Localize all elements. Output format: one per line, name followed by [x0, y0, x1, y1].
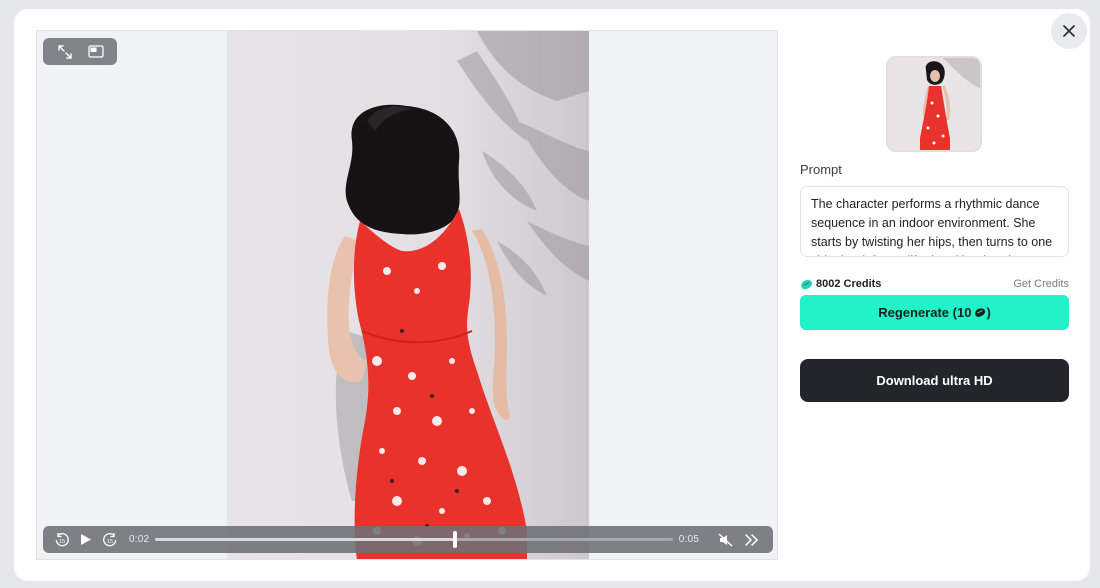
mute-button[interactable] [713, 532, 739, 547]
forward-button[interactable]: 15 [99, 532, 121, 548]
player-top-toolbar [43, 38, 117, 65]
mute-icon [718, 532, 733, 547]
fullscreen-button[interactable] [54, 41, 76, 63]
side-panel: Prompt The character performs a rhythmic… [800, 0, 1070, 588]
credits-text: 8002 Credits [816, 278, 882, 290]
progress-bar[interactable] [155, 531, 673, 548]
picture-in-picture-icon [87, 44, 104, 58]
double-chevron-right-icon [745, 533, 759, 546]
credits-balance: 8002 Credits [800, 278, 881, 290]
player-controls: 15 15 0:02 0:05 [43, 526, 773, 553]
thumbnail-image [888, 58, 980, 150]
video-frame[interactable] [227, 31, 589, 559]
source-image-thumbnail[interactable] [886, 56, 982, 152]
rewind-15-icon: 15 [55, 532, 69, 546]
video-player[interactable]: 15 15 0:02 0:05 [36, 30, 778, 560]
rewind-button[interactable]: 15 [51, 532, 73, 548]
play-button[interactable] [73, 533, 99, 546]
next-button[interactable] [739, 533, 765, 546]
play-icon [81, 534, 91, 545]
progress-fill [155, 538, 456, 541]
prompt-label: Prompt [800, 162, 842, 177]
video-image [227, 31, 589, 559]
progress-handle[interactable] [453, 531, 458, 548]
get-credits-link[interactable]: Get Credits [1013, 278, 1069, 290]
regenerate-button[interactable]: Regenerate (10 ) [800, 295, 1069, 330]
credit-drop-icon [975, 308, 986, 317]
picture-in-picture-button[interactable] [85, 41, 107, 63]
download-ultra-hd-button[interactable]: Download ultra HD [800, 359, 1069, 402]
regenerate-label-suffix: ) [986, 305, 991, 320]
expand-icon [57, 44, 72, 59]
credit-drop-icon [801, 279, 813, 289]
duration-time: 0:05 [678, 534, 699, 545]
svg-text:15: 15 [59, 539, 65, 545]
svg-text:15: 15 [107, 539, 113, 545]
current-time: 0:02 [129, 534, 150, 545]
download-label: Download ultra HD [876, 373, 993, 388]
regenerate-label: Regenerate (10 [878, 305, 972, 320]
credits-row: 8002 Credits Get Credits [800, 276, 1069, 292]
prompt-textarea[interactable]: The character performs a rhythmic dance … [800, 186, 1069, 257]
forward-15-icon: 15 [103, 532, 117, 546]
